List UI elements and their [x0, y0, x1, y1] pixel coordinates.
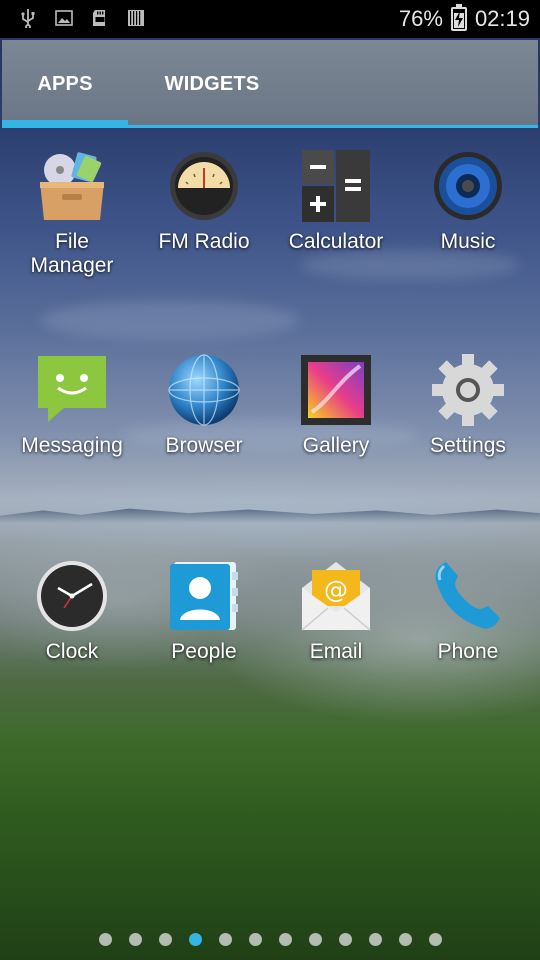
page-dot — [368, 933, 382, 946]
app-calculator[interactable]: Calculator — [271, 148, 401, 254]
calculator-icon — [302, 150, 370, 222]
page-dot — [98, 933, 112, 946]
fm-radio-icon — [170, 152, 238, 220]
sd-card-icon — [90, 8, 110, 28]
music-icon — [434, 152, 502, 220]
app-browser[interactable]: Browser — [139, 352, 269, 458]
page-dot — [158, 933, 172, 946]
tab-widgets-label: WIDGETS — [164, 72, 260, 95]
file-manager-icon — [40, 152, 104, 220]
wallpaper — [0, 0, 540, 960]
page-dot — [428, 933, 442, 946]
tab-bar-divider — [2, 125, 538, 128]
usb-icon — [18, 8, 38, 28]
settings-icon — [432, 354, 504, 426]
tab-bar: APPS WIDGETS — [2, 40, 538, 128]
app-label: Email — [309, 640, 363, 663]
status-bar: 76% 02:19 — [0, 0, 540, 38]
barcode-icon — [126, 8, 146, 28]
tab-widgets[interactable]: WIDGETS — [132, 40, 292, 128]
app-gallery[interactable]: Gallery — [271, 352, 401, 458]
svg-text:@: @ — [324, 576, 348, 604]
image-notification-icon — [54, 8, 74, 28]
app-file-manager[interactable]: File Manager — [7, 148, 137, 278]
app-settings[interactable]: Settings — [403, 352, 533, 458]
app-label: Phone — [437, 640, 499, 663]
page-dot — [218, 933, 232, 946]
page-indicator — [0, 933, 540, 949]
app-people[interactable]: People — [139, 558, 269, 664]
app-label: FM Radio — [158, 230, 250, 253]
page-dot-active — [188, 933, 202, 946]
app-phone[interactable]: Phone — [403, 558, 533, 664]
page-dot — [398, 933, 412, 946]
app-label: Music — [440, 230, 496, 253]
clock-icon — [37, 561, 107, 631]
tab-apps-label: APPS — [37, 72, 93, 95]
app-label: Calculator — [288, 230, 384, 253]
battery-icon — [450, 4, 467, 31]
app-label: Clock — [45, 640, 99, 663]
clock-time: 02:19 — [474, 6, 530, 31]
messaging-icon — [38, 356, 106, 422]
app-fm-radio[interactable]: FM Radio — [139, 148, 269, 254]
page-dot — [128, 933, 142, 946]
people-icon — [170, 562, 238, 630]
page-dot — [278, 933, 292, 946]
email-icon: @ — [301, 562, 371, 631]
app-label: Settings — [430, 434, 506, 457]
app-label: Gallery — [302, 434, 370, 457]
gallery-icon — [301, 355, 371, 425]
app-messaging[interactable]: Messaging — [7, 352, 137, 458]
app-clock[interactable]: Clock — [7, 558, 137, 664]
app-label: Browser — [165, 434, 243, 457]
page-dot — [248, 933, 262, 946]
app-label: File Manager — [30, 230, 114, 277]
browser-icon — [168, 354, 240, 426]
phone-icon — [435, 562, 500, 629]
app-music[interactable]: Music — [403, 148, 533, 254]
battery-percentage: 76% — [398, 6, 443, 31]
app-label: People — [171, 640, 237, 663]
page-dot — [308, 933, 322, 946]
page-dot — [338, 933, 352, 946]
app-email[interactable]: @ Email — [271, 558, 401, 664]
app-label: Messaging — [21, 434, 123, 457]
tab-apps[interactable]: APPS — [2, 40, 128, 128]
